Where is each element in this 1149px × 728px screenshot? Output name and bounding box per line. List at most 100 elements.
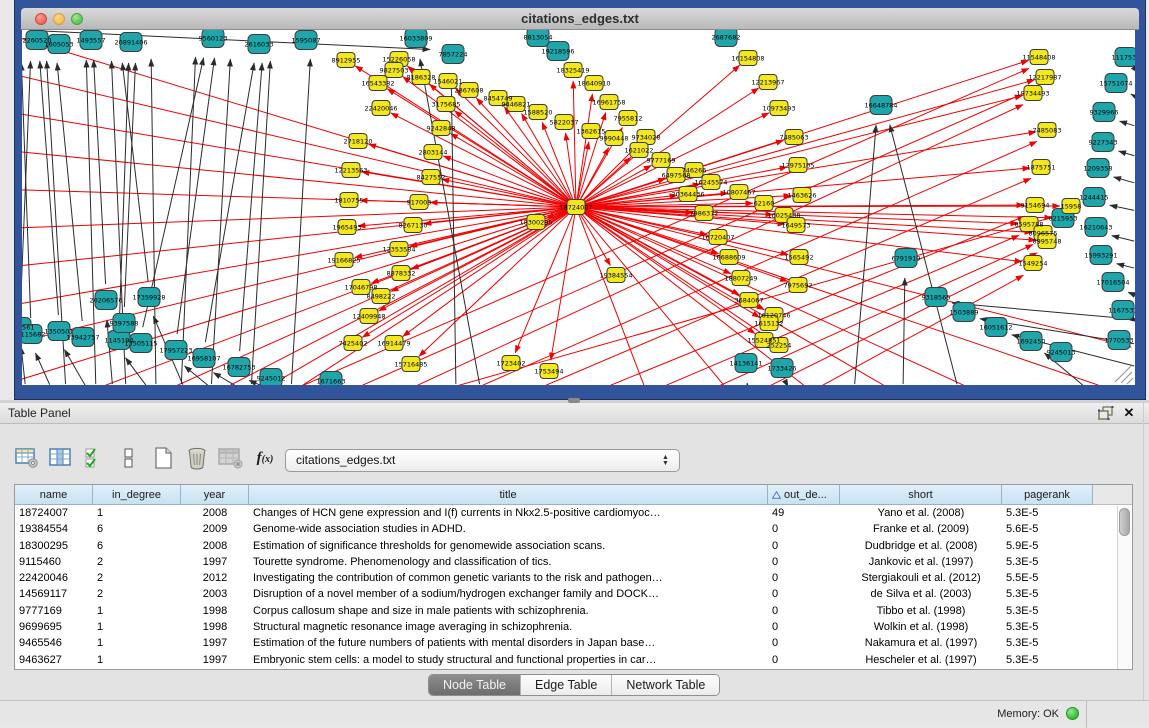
table-row[interactable]: 1830029562008Estimation of significance … xyxy=(15,538,1132,554)
network-edge[interactable] xyxy=(566,133,575,199)
table-row[interactable]: 1938455462009Genome-wide association stu… xyxy=(15,521,1132,537)
table-cell[interactable]: 5.5E-5 xyxy=(1002,570,1093,586)
table-cell[interactable]: 2 xyxy=(93,554,181,570)
table-cell[interactable]: 18300295 xyxy=(15,538,93,554)
table-cell[interactable]: 5.3E-5 xyxy=(1002,554,1093,570)
table-cell[interactable]: 6 xyxy=(93,538,181,554)
network-edge[interactable] xyxy=(22,65,568,206)
network-edge[interactable] xyxy=(124,63,135,307)
node-attribute-table[interactable]: namein_degreeyeartitleout_de...shortpage… xyxy=(14,484,1133,670)
network-edge[interactable] xyxy=(855,125,876,384)
table-cell[interactable]: Disruption of a novel member of a sodium… xyxy=(249,586,768,602)
network-edge[interactable] xyxy=(1128,292,1134,295)
table-cell[interactable]: Genome-wide association studies in ADHD. xyxy=(249,521,768,537)
function-builder-icon[interactable]: f(x) xyxy=(252,445,278,471)
network-edge[interactable] xyxy=(94,60,106,284)
table-cell[interactable]: 1997 xyxy=(181,635,249,651)
table-cell[interactable]: 9465546 xyxy=(15,635,93,651)
network-edge[interactable] xyxy=(122,63,148,281)
table-cell[interactable]: Corpus callosum shape and size in male p… xyxy=(249,603,768,619)
scrollbar-thumb[interactable] xyxy=(1119,508,1130,536)
table-cell[interactable]: 2009 xyxy=(181,521,249,537)
table-row[interactable]: 1456911722003Disruption of a novel membe… xyxy=(15,586,1132,602)
table-cell[interactable]: 5.3E-5 xyxy=(1002,505,1093,521)
table-cell[interactable]: Yano et al. (2008) xyxy=(840,505,1002,521)
table-cell[interactable]: 9777169 xyxy=(15,603,93,619)
table-cell[interactable]: 1 xyxy=(93,505,181,521)
modify-table-icon[interactable] xyxy=(14,445,40,471)
tab-node-table[interactable]: Node Table xyxy=(429,675,521,695)
table-cell[interactable]: 0 xyxy=(768,652,840,668)
table-cell[interactable]: 5.6E-5 xyxy=(1002,521,1093,537)
table-cell[interactable]: 0 xyxy=(768,538,840,554)
table-cell[interactable]: Estimation of significance thresholds fo… xyxy=(249,538,768,554)
column-header-out_de[interactable]: out_de... xyxy=(768,485,840,505)
table-cell[interactable]: 1998 xyxy=(181,603,249,619)
table-cell[interactable]: 2012 xyxy=(181,570,249,586)
network-edge[interactable] xyxy=(1112,236,1135,241)
table-cell[interactable]: Stergiakouli et al. (2012) xyxy=(840,570,1002,586)
network-edge[interactable] xyxy=(184,366,209,385)
network-edge[interactable] xyxy=(22,30,568,205)
table-cell[interactable]: 6 xyxy=(93,521,181,537)
tab-network-table[interactable]: Network Table xyxy=(612,675,719,695)
row-height-icon[interactable] xyxy=(116,445,142,471)
table-cell[interactable]: 1 xyxy=(93,652,181,668)
select-columns-icon[interactable] xyxy=(48,445,74,471)
table-cell[interactable]: 2008 xyxy=(181,538,249,554)
network-edge[interactable] xyxy=(22,188,568,206)
network-edge[interactable] xyxy=(1117,264,1135,268)
table-cell[interactable]: Tibbo et al. (1998) xyxy=(840,603,1002,619)
table-cell[interactable]: 5.3E-5 xyxy=(1002,635,1093,651)
table-row[interactable]: 969969511998Structural magnetic resonanc… xyxy=(15,619,1132,635)
column-header-pagerank[interactable]: pagerank xyxy=(1002,485,1093,505)
table-cell[interactable]: Franke et al. (2009) xyxy=(840,521,1002,537)
table-cell[interactable]: 0 xyxy=(768,635,840,651)
table-cell[interactable]: Tourette syndrome. Phenomenology and cla… xyxy=(249,554,768,570)
table-row[interactable]: 946362711997Embryonic stem cells: a mode… xyxy=(15,652,1132,668)
table-cell[interactable]: Dudbridge et al. (2008) xyxy=(840,538,1002,554)
network-edge[interactable] xyxy=(1110,205,1134,210)
float-panel-icon[interactable] xyxy=(1098,406,1114,420)
network-edge[interactable] xyxy=(22,209,568,354)
network-edge[interactable] xyxy=(952,303,1134,319)
network-edge[interactable] xyxy=(22,207,568,229)
table-cell[interactable]: Jankovic et al. (1997) xyxy=(840,554,1002,570)
table-header-row[interactable]: namein_degreeyeartitleout_de...shortpage… xyxy=(15,485,1132,505)
table-cell[interactable]: 0 xyxy=(768,586,840,602)
table-cell[interactable]: 1 xyxy=(93,603,181,619)
network-edge[interactable] xyxy=(419,213,570,357)
memory-status-indicator[interactable] xyxy=(1066,707,1079,720)
network-edge[interactable] xyxy=(205,63,254,342)
column-visibility-icon[interactable] xyxy=(82,445,108,471)
new-column-icon[interactable] xyxy=(150,445,176,471)
network-edge[interactable] xyxy=(903,278,905,384)
table-cell[interactable]: 2003 xyxy=(181,586,249,602)
network-edge[interactable] xyxy=(1119,151,1135,156)
table-row[interactable]: 1872400712008Changes of HCN gene express… xyxy=(15,505,1132,521)
table-cell[interactable]: Nakamura et al. (1997) xyxy=(840,635,1002,651)
network-edge[interactable] xyxy=(451,75,456,384)
canvas-resize-grip[interactable] xyxy=(1115,366,1133,384)
column-header-in_degree[interactable]: in_degree xyxy=(93,485,181,505)
network-edge[interactable] xyxy=(1114,177,1135,183)
network-edge[interactable] xyxy=(442,179,568,205)
table-cell[interactable]: de Silva et al. (2003) xyxy=(840,586,1002,602)
column-header-year[interactable]: year xyxy=(181,485,249,505)
network-edge[interactable] xyxy=(573,81,576,199)
table-cell[interactable]: 0 xyxy=(768,554,840,570)
table-cell[interactable]: 22420046 xyxy=(15,570,93,586)
network-edge[interactable] xyxy=(1131,94,1135,96)
table-row[interactable]: 911546021997Tourette syndrome. Phenomeno… xyxy=(15,554,1132,570)
table-cell[interactable]: Estimation of the future numbers of pati… xyxy=(249,635,768,651)
table-cell[interactable]: 1997 xyxy=(181,652,249,668)
table-cell[interactable]: 9115460 xyxy=(15,554,93,570)
delete-column-icon[interactable] xyxy=(184,445,210,471)
table-cell[interactable]: Wolkin et al. (1998) xyxy=(840,619,1002,635)
network-edge[interactable] xyxy=(515,214,573,352)
table-row[interactable]: 2242004622012Investigating the contribut… xyxy=(15,570,1132,586)
table-cell[interactable]: 0 xyxy=(768,521,840,537)
table-cell[interactable]: Investigating the contribution of common… xyxy=(249,570,768,586)
table-cell[interactable]: 9463627 xyxy=(15,652,93,668)
column-header-title[interactable]: title xyxy=(249,485,768,505)
